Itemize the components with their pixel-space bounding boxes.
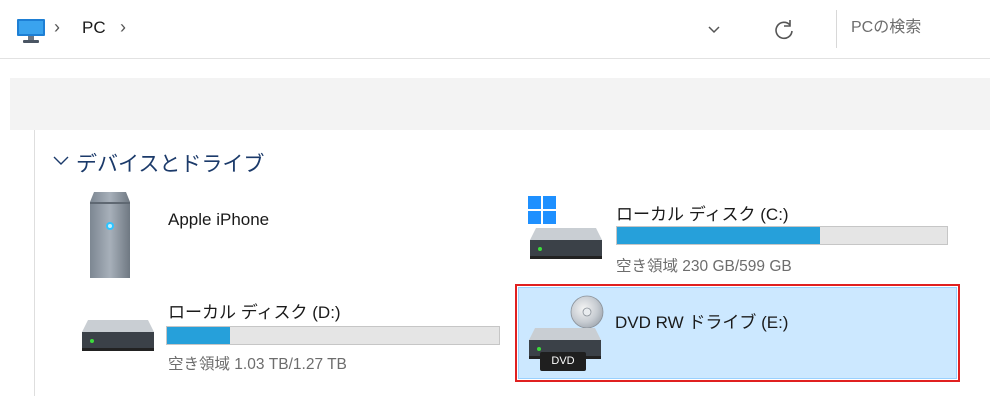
list-item-apple-iphone[interactable]: Apple iPhone: [80, 188, 500, 280]
hard-drive-icon: [80, 318, 156, 363]
list-item-local-disk-c[interactable]: ローカル ディスク (C:) 空き領域 230 GB/599 GB: [520, 188, 960, 280]
breadcrumb-separator[interactable]: ›: [54, 17, 60, 38]
breadcrumb-separator[interactable]: ›: [120, 17, 126, 38]
search-box[interactable]: [836, 10, 990, 48]
windows-drive-icon: [526, 194, 604, 269]
item-name: DVD RW ドライブ (E:): [615, 313, 789, 332]
search-input[interactable]: [837, 10, 990, 46]
phone-device-icon: [88, 192, 132, 285]
list-item-local-disk-d[interactable]: ローカル ディスク (D:) 空き領域 1.03 TB/1.27 TB: [80, 290, 500, 382]
capacity-bar: [166, 326, 500, 345]
free-space-text: 空き領域 1.03 TB/1.27 TB: [168, 356, 347, 373]
capacity-fill: [167, 327, 231, 344]
dvd-badge: DVD: [540, 352, 586, 371]
chevron-down-icon[interactable]: [52, 154, 70, 168]
capacity-fill: [617, 227, 821, 244]
refresh-icon[interactable]: [768, 14, 800, 46]
pc-icon[interactable]: [16, 18, 46, 44]
free-space-text: 空き領域 230 GB/599 GB: [616, 258, 792, 275]
command-bar: [10, 78, 990, 130]
chevron-down-icon[interactable]: [700, 16, 728, 44]
item-name: ローカル ディスク (C:): [616, 205, 789, 224]
item-name: Apple iPhone: [168, 210, 270, 229]
item-name: ローカル ディスク (D:): [168, 303, 341, 322]
capacity-bar: [616, 226, 948, 245]
breadcrumb-pc[interactable]: PC: [82, 18, 106, 38]
group-title: デバイスとドライブ: [76, 153, 265, 176]
address-bar: › PC ›: [0, 0, 990, 59]
